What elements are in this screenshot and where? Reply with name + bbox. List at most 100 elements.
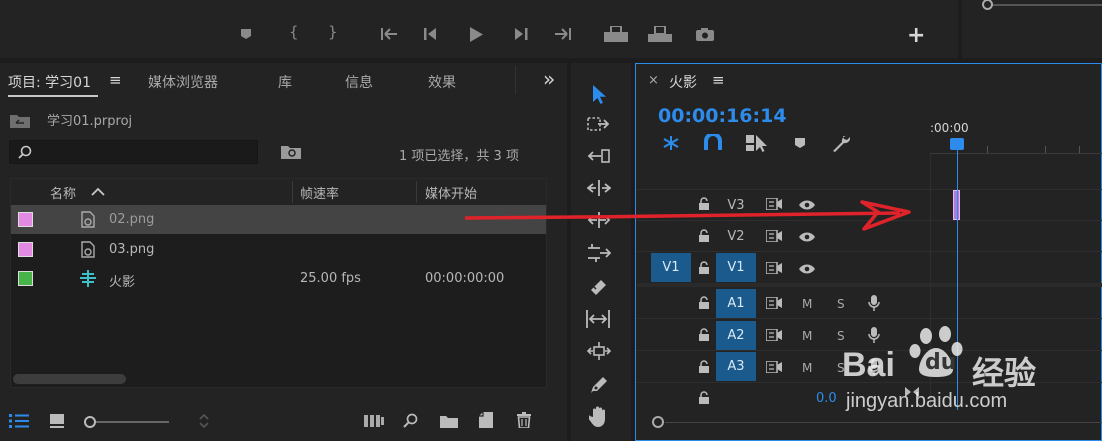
item-frame-rate: 25.00 fps bbox=[300, 271, 361, 286]
zoom-slider-handle[interactable] bbox=[84, 416, 96, 428]
linked-selection-icon[interactable] bbox=[745, 133, 767, 153]
column-frame-rate[interactable]: 帧速率 bbox=[300, 183, 339, 202]
track-a1-label[interactable]: A1 bbox=[716, 289, 756, 318]
slip-tool-icon[interactable] bbox=[586, 310, 610, 328]
ruler-tick bbox=[1045, 146, 1046, 153]
search-box[interactable] bbox=[9, 140, 258, 164]
ripple-edit-tool-icon[interactable] bbox=[587, 148, 611, 164]
item-media-start: 00:00:00:00 bbox=[425, 271, 505, 286]
sort-icons-icon[interactable] bbox=[198, 413, 210, 429]
close-sequence-button[interactable]: × bbox=[648, 73, 659, 88]
zoom-slider-track[interactable] bbox=[91, 421, 169, 423]
sort-ascending-icon[interactable] bbox=[91, 187, 105, 196]
button-editor-add[interactable]: + bbox=[907, 25, 925, 47]
icon-view-icon[interactable] bbox=[50, 414, 64, 428]
source-patch-v1[interactable]: V1 bbox=[651, 253, 691, 282]
horizontal-scrollbar[interactable] bbox=[13, 374, 126, 384]
track-v1-label[interactable]: V1 bbox=[716, 253, 756, 282]
add-marker-icon[interactable] bbox=[794, 137, 806, 149]
column-divider bbox=[416, 181, 417, 203]
ruler-time-label: :00:00 bbox=[930, 121, 969, 135]
play-icon[interactable] bbox=[469, 27, 483, 42]
search-icon bbox=[18, 145, 32, 159]
selection-tool-icon[interactable] bbox=[591, 84, 607, 104]
export-frame-icon[interactable] bbox=[696, 28, 714, 41]
track-separator bbox=[637, 318, 1102, 319]
lock-track-icon[interactable] bbox=[699, 360, 709, 373]
track-a3-label[interactable]: A3 bbox=[716, 352, 756, 381]
list-item[interactable]: 火影 25.00 fps 00:00:00:00 bbox=[11, 264, 546, 293]
label-color-chip[interactable] bbox=[18, 212, 33, 227]
lock-track-icon[interactable] bbox=[699, 328, 709, 341]
voice-over-record-icon[interactable] bbox=[868, 295, 880, 312]
tab-libraries[interactable]: 库 bbox=[278, 72, 292, 92]
tab-project[interactable]: 项目: 学习01 bbox=[8, 72, 91, 92]
lock-track-icon[interactable] bbox=[699, 391, 709, 404]
sync-lock-icon[interactable] bbox=[766, 297, 782, 309]
find-icon[interactable] bbox=[403, 413, 418, 428]
zoom-slider-handle[interactable] bbox=[982, 0, 993, 10]
snap-magnet-icon[interactable] bbox=[704, 134, 722, 150]
go-to-out-icon[interactable] bbox=[553, 27, 571, 41]
clear-trash-icon[interactable] bbox=[517, 412, 531, 428]
sync-lock-icon[interactable] bbox=[766, 329, 782, 341]
master-volume-value[interactable]: 0.0 bbox=[816, 391, 837, 406]
new-item-icon[interactable] bbox=[479, 412, 493, 428]
sequence-tab-name[interactable]: 火影 bbox=[669, 72, 697, 92]
playhead-handle[interactable] bbox=[950, 138, 964, 150]
razor-split-tool-icon[interactable] bbox=[587, 244, 611, 262]
track-select-tool-icon[interactable] bbox=[587, 116, 611, 132]
slide-tool-icon[interactable] bbox=[587, 342, 611, 360]
lock-track-icon[interactable] bbox=[699, 296, 709, 309]
watermark-brand: Bai bbox=[842, 346, 895, 384]
mark-in-icon[interactable]: { bbox=[289, 25, 299, 40]
mute-track-button[interactable]: M bbox=[802, 297, 812, 311]
watermark-url: jingyan.baidu.com bbox=[846, 390, 1008, 412]
go-to-in-icon[interactable] bbox=[381, 27, 399, 41]
zoom-slider-track[interactable] bbox=[986, 4, 1102, 6]
track-separator bbox=[637, 283, 1102, 287]
sequence-tab-menu[interactable]: ≡ bbox=[712, 71, 725, 89]
rolling-edit-tool-icon[interactable] bbox=[587, 180, 611, 196]
playhead-timecode[interactable]: 00:00:16:14 bbox=[658, 105, 787, 127]
mark-out-icon[interactable]: } bbox=[328, 25, 338, 40]
razor-tool-icon[interactable] bbox=[588, 277, 608, 297]
new-bin-icon[interactable] bbox=[440, 414, 458, 428]
sync-lock-icon[interactable] bbox=[766, 262, 782, 274]
pen-tool-icon[interactable] bbox=[590, 374, 608, 394]
toggle-track-output-eye-icon[interactable] bbox=[799, 264, 815, 274]
step-back-icon[interactable] bbox=[424, 28, 440, 40]
hand-tool-icon[interactable] bbox=[589, 405, 609, 427]
watermark-brand-suffix: du bbox=[925, 350, 957, 375]
wrench-settings-icon[interactable] bbox=[832, 134, 850, 152]
column-name[interactable]: 名称 bbox=[50, 183, 76, 202]
track-separator bbox=[637, 189, 1102, 190]
list-item[interactable]: 03.png bbox=[11, 235, 546, 264]
lock-track-icon[interactable] bbox=[699, 261, 709, 274]
search-input[interactable] bbox=[38, 143, 253, 161]
mute-track-button[interactable]: M bbox=[802, 361, 812, 375]
track-a2-label[interactable]: A2 bbox=[716, 321, 756, 350]
overwrite-icon[interactable] bbox=[648, 26, 672, 42]
label-color-chip[interactable] bbox=[18, 242, 33, 257]
audio-meter-panel bbox=[962, 0, 1102, 58]
scroll-left-handle[interactable] bbox=[652, 416, 664, 428]
mute-track-button[interactable]: M bbox=[802, 329, 812, 343]
label-color-chip[interactable] bbox=[18, 271, 33, 286]
tab-effects[interactable]: 效果 bbox=[428, 72, 456, 92]
nest-toggle-icon[interactable] bbox=[660, 134, 682, 152]
new-search-bin-icon[interactable] bbox=[281, 144, 301, 159]
tab-media-browser[interactable]: 媒体浏览器 bbox=[148, 72, 218, 92]
tab-overflow-button[interactable]: » bbox=[543, 67, 555, 91]
automate-to-sequence-icon[interactable] bbox=[364, 414, 384, 427]
folder-up-icon[interactable] bbox=[10, 113, 30, 128]
project-tab-menu[interactable]: ≡ bbox=[109, 71, 122, 89]
list-view-icon[interactable] bbox=[9, 414, 29, 428]
insert-icon[interactable] bbox=[604, 26, 628, 42]
marker-icon[interactable] bbox=[240, 28, 252, 40]
ruler-tick bbox=[1079, 146, 1080, 153]
sync-lock-icon[interactable] bbox=[766, 361, 782, 373]
step-forward-icon[interactable] bbox=[513, 28, 529, 40]
solo-track-button[interactable]: S bbox=[837, 297, 845, 311]
tab-info[interactable]: 信息 bbox=[345, 72, 373, 92]
